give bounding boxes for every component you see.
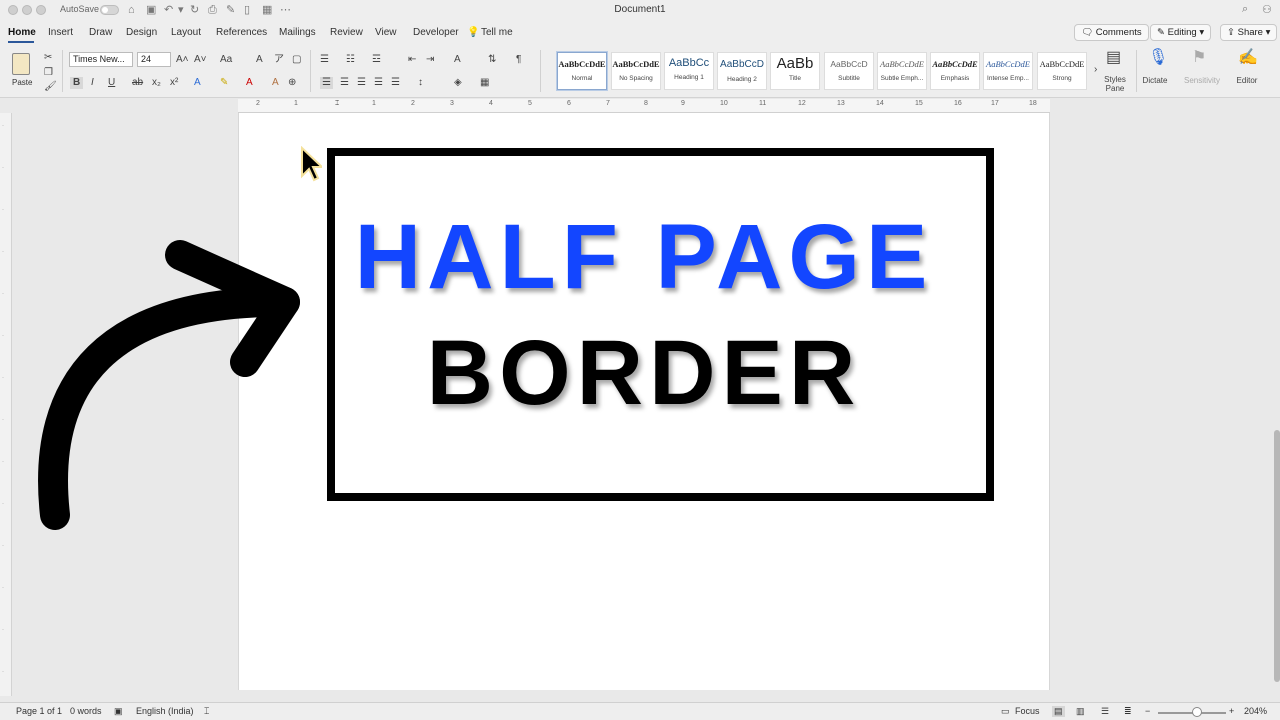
vertical-scrollbar[interactable]	[1274, 430, 1280, 682]
mouse-cursor-icon	[301, 146, 322, 182]
word-count[interactable]: 0 words	[70, 706, 102, 716]
accessibility-icon[interactable]: ⌶	[204, 706, 209, 717]
outline-view-icon[interactable]: ☰	[1101, 706, 1109, 717]
status-bar: Page 1 of 1 0 words ▣ English (India) ⌶ …	[0, 702, 1280, 720]
draft-view-icon[interactable]: ≣	[1124, 706, 1132, 717]
page-count[interactable]: Page 1 of 1	[16, 706, 62, 716]
focus-label[interactable]: Focus	[1015, 706, 1040, 716]
language-indicator[interactable]: English (India)	[136, 706, 194, 716]
web-layout-icon[interactable]: ▥	[1076, 706, 1085, 717]
focus-icon[interactable]: ▭	[1001, 706, 1010, 717]
zoom-slider-thumb[interactable]	[1192, 707, 1202, 717]
proofing-icon[interactable]: ▣	[114, 706, 123, 717]
zoom-in-icon[interactable]: +	[1229, 706, 1234, 716]
print-layout-icon[interactable]: ▤	[1052, 706, 1065, 717]
zoom-out-icon[interactable]: −	[1145, 706, 1150, 716]
curved-arrow	[38, 240, 300, 530]
zoom-level[interactable]: 204%	[1244, 706, 1267, 716]
